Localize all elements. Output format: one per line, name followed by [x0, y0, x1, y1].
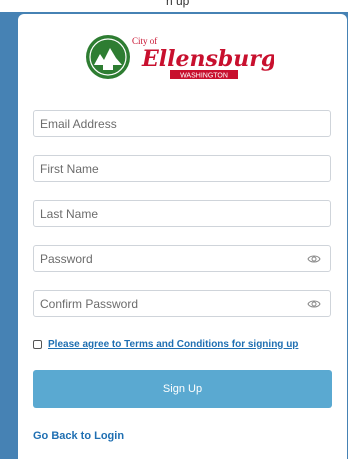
email-field-wrapper: [33, 110, 331, 137]
back-to-login-link[interactable]: Go Back to Login: [33, 430, 124, 442]
top-strip-text: n up: [166, 0, 190, 8]
password-field-wrapper: [33, 245, 331, 272]
agree-row: Please agree to Terms and Conditions for…: [33, 337, 298, 351]
logo-city-of: City of: [132, 36, 157, 46]
signup-card: City of Ellensburg WASHINGTON Please agr…: [18, 14, 347, 459]
first-name-input[interactable]: [34, 156, 330, 181]
email-input[interactable]: [34, 111, 330, 136]
eye-icon[interactable]: [307, 298, 321, 310]
logo-state: WASHINGTON: [180, 73, 228, 80]
city-logo: City of Ellensburg WASHINGTON: [86, 35, 274, 80]
logo-name: Ellensburg: [141, 46, 274, 72]
password-input[interactable]: [34, 246, 330, 271]
agree-checkbox[interactable]: [33, 339, 42, 349]
confirm-password-input[interactable]: [34, 291, 330, 316]
confirm-password-field-wrapper: [33, 290, 331, 317]
last-name-field-wrapper: [33, 200, 331, 227]
first-name-field-wrapper: [33, 155, 331, 182]
terms-link[interactable]: Please agree to Terms and Conditions for…: [48, 339, 298, 350]
eye-icon[interactable]: [307, 253, 321, 265]
top-strip: n up: [0, 0, 348, 12]
last-name-input[interactable]: [34, 201, 330, 226]
sign-up-button[interactable]: Sign Up: [33, 370, 332, 408]
